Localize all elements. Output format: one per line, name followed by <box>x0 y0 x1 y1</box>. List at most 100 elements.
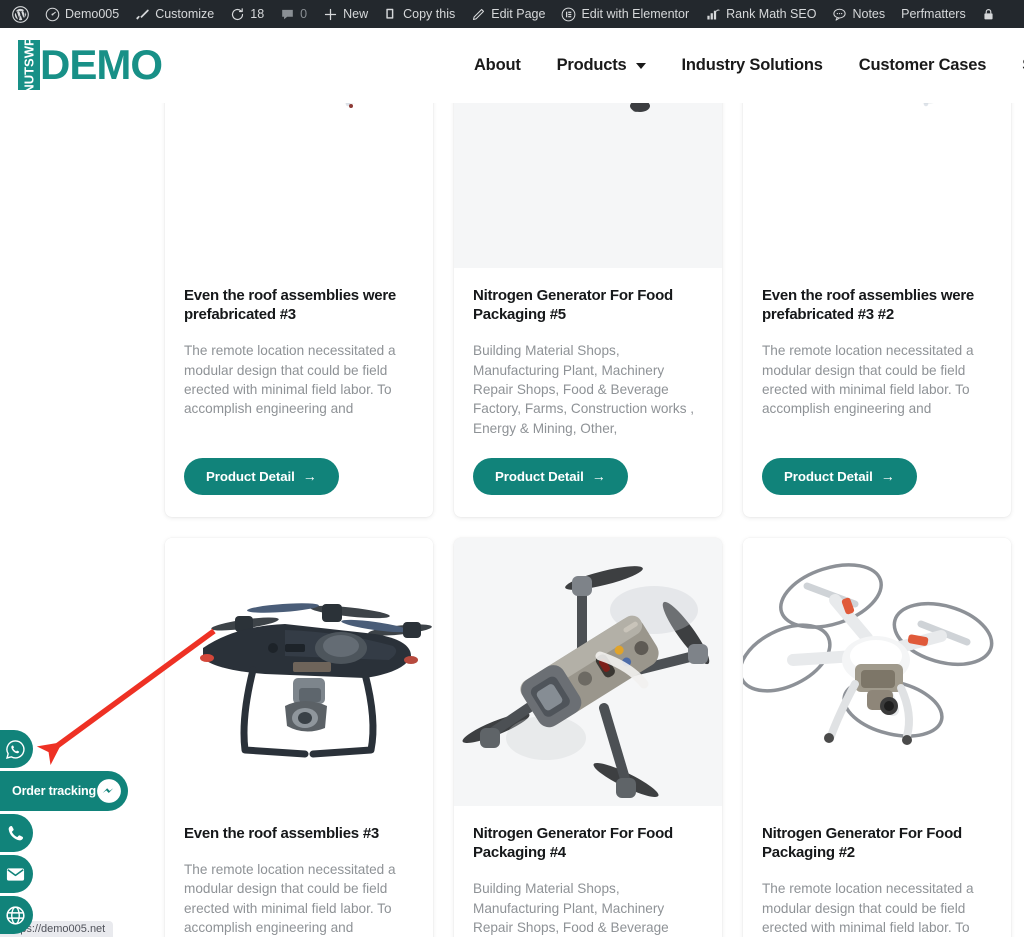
product-image-drone-red-white-partial <box>743 103 1011 268</box>
product-description: The remote location necessitated a modul… <box>762 881 974 935</box>
product-card[interactable]: Even the roof assemblies were prefabrica… <box>165 103 433 517</box>
product-detail-button[interactable]: Product Detail → <box>473 457 628 495</box>
comments-icon <box>280 7 295 22</box>
admin-bar-item-site-name[interactable]: Demo005 <box>37 0 127 28</box>
nav-item-about[interactable]: About <box>474 56 521 75</box>
product-card-body: Nitrogen Generator For Food Packaging #5… <box>454 268 722 517</box>
admin-bar-item-comments[interactable]: 0 <box>272 0 315 28</box>
product-detail-button-label: Product Detail <box>206 468 295 484</box>
admin-bar-item-notes[interactable]: Notes <box>824 0 893 28</box>
admin-bar-comments-count: 0 <box>300 7 308 21</box>
admin-bar-item-rank-math-seo[interactable]: Rank Math SEO <box>697 0 824 28</box>
rank-math-icon <box>705 7 721 22</box>
product-card-body: Even the roof assemblies were prefabrica… <box>165 268 433 517</box>
notes-icon <box>832 7 847 22</box>
product-card-body: Nitrogen Generator For Food Packaging #2… <box>743 806 1011 937</box>
elementor-icon <box>561 7 576 22</box>
product-description: Building Material Shops, Manufacturing P… <box>473 881 669 935</box>
product-image-drone-gray-mavic <box>454 537 722 806</box>
envelope-icon <box>5 864 26 885</box>
product-title: Even the roof assemblies were prefabrica… <box>762 287 975 324</box>
admin-bar-perfmatters-label: Perfmatters <box>901 7 966 21</box>
product-title: Even the roof assemblies #3 <box>184 824 380 842</box>
product-image-drone-white-guarded <box>743 537 1011 806</box>
admin-bar-item-wordpress[interactable] <box>4 0 37 28</box>
site-header: NUTSWP DEMO About Products Industry Solu… <box>0 28 1024 103</box>
whatsapp-icon <box>5 739 26 760</box>
customize-brush-icon <box>135 7 150 22</box>
product-detail-button-label: Product Detail <box>784 468 873 484</box>
arrow-right-icon: → <box>880 468 895 485</box>
admin-bar-item-perfmatters[interactable]: Perfmatters <box>893 0 974 28</box>
product-card[interactable]: Nitrogen Generator For Food Packaging #4… <box>454 537 722 937</box>
product-detail-button[interactable]: Product Detail → <box>762 457 917 495</box>
logo-badge-text: NUTSWP <box>21 36 37 94</box>
arrow-right-icon: → <box>591 468 606 485</box>
product-image-drone-gray-partial <box>454 103 722 268</box>
logo-badge: NUTSWP <box>18 36 40 94</box>
nav-item-products-label: Products <box>556 56 627 74</box>
admin-bar-item-edit-with-elementor[interactable]: Edit with Elementor <box>553 0 697 28</box>
admin-bar-customize-label: Customize <box>155 7 215 21</box>
admin-bar-item-new[interactable]: New <box>315 0 376 28</box>
product-card[interactable]: Even the roof assemblies were prefabrica… <box>743 103 1011 517</box>
admin-bar-item-customize[interactable]: Customize <box>127 0 222 28</box>
product-card[interactable]: Nitrogen Generator For Food Packaging #2… <box>743 537 1011 937</box>
admin-bar-rank-math-label: Rank Math SEO <box>726 7 817 21</box>
drone-illustration <box>462 566 710 798</box>
product-title: Nitrogen Generator For Food Packaging #5 <box>473 287 673 324</box>
dashboard-icon <box>45 7 60 22</box>
nav-item-about-label: About <box>473 56 521 74</box>
drone-illustration <box>630 103 650 112</box>
logo-wordmark: DEMO <box>40 41 163 88</box>
product-card[interactable]: Even the roof assemblies #3 The remote l… <box>165 537 433 937</box>
drone-illustration <box>345 103 355 108</box>
product-image-drone-red-white-partial <box>165 103 433 268</box>
chevron-down-icon <box>635 62 646 69</box>
product-card[interactable]: Nitrogen Generator For Food Packaging #5… <box>454 103 722 517</box>
arrow-right-icon: → <box>302 468 317 485</box>
phone-icon <box>5 823 26 844</box>
nav-item-industry-solutions-label: Industry Solutions <box>681 56 823 74</box>
contact-widget-phone[interactable] <box>0 814 33 852</box>
product-grid: Even the roof assemblies were prefabrica… <box>165 103 1012 937</box>
product-card-body: Nitrogen Generator For Food Packaging #4… <box>454 806 722 937</box>
admin-bar-item-lock[interactable] <box>974 0 1003 28</box>
plus-icon <box>323 7 338 22</box>
product-description: Building Material Shops, Manufacturing P… <box>473 343 695 436</box>
admin-bar-edit-page-label: Edit Page <box>491 7 546 21</box>
drone-illustration <box>743 563 994 745</box>
contact-widget-whatsapp[interactable] <box>0 730 33 768</box>
product-card-body: Even the roof assemblies were prefabrica… <box>743 268 1011 517</box>
drone-illustration <box>200 603 432 758</box>
nav-item-industry-solutions[interactable]: Industry Solutions <box>682 56 823 75</box>
product-title: Nitrogen Generator For Food Packaging #2 <box>762 824 962 862</box>
product-title: Even the roof assemblies were prefabrica… <box>184 287 397 324</box>
contact-widget-website[interactable] <box>0 896 33 934</box>
contact-widget-order-tracking[interactable]: Order tracking <box>0 771 128 811</box>
nav-item-customer-cases[interactable]: Customer Cases <box>858 56 987 75</box>
product-image-drone-dark-quadcopter <box>165 537 433 806</box>
globe-icon <box>5 905 26 926</box>
updates-icon <box>230 7 245 22</box>
admin-bar-site-name-label: Demo005 <box>65 7 120 21</box>
admin-bar-item-updates[interactable]: 18 <box>222 0 272 28</box>
admin-bar-notes-label: Notes <box>852 7 886 21</box>
product-detail-button[interactable]: Product Detail → <box>184 457 339 495</box>
floating-contact-widgets: Order tracking <box>0 730 200 937</box>
product-row: Even the roof assemblies #3 The remote l… <box>165 537 1012 937</box>
order-tracking-label: Order tracking <box>12 784 96 798</box>
nav-item-customer-cases-label: Customer Cases <box>858 56 987 74</box>
admin-bar-elementor-label: Edit with Elementor <box>581 7 690 21</box>
admin-bar-new-label: New <box>343 7 369 21</box>
pencil-icon <box>471 7 486 22</box>
admin-bar-updates-count: 18 <box>250 7 265 21</box>
wordpress-logo-icon <box>12 5 29 23</box>
nav-item-products[interactable]: Products <box>557 56 646 75</box>
admin-bar-item-copy-this[interactable]: Copy this <box>376 0 463 28</box>
admin-bar-item-edit-page[interactable]: Edit Page <box>463 0 553 28</box>
contact-widget-email[interactable] <box>0 855 33 893</box>
main-navigation: About Products Industry Solutions Custom… <box>474 28 1024 103</box>
site-logo[interactable]: NUTSWP DEMO <box>18 36 163 94</box>
product-card-body: Even the roof assemblies #3 The remote l… <box>165 806 433 937</box>
